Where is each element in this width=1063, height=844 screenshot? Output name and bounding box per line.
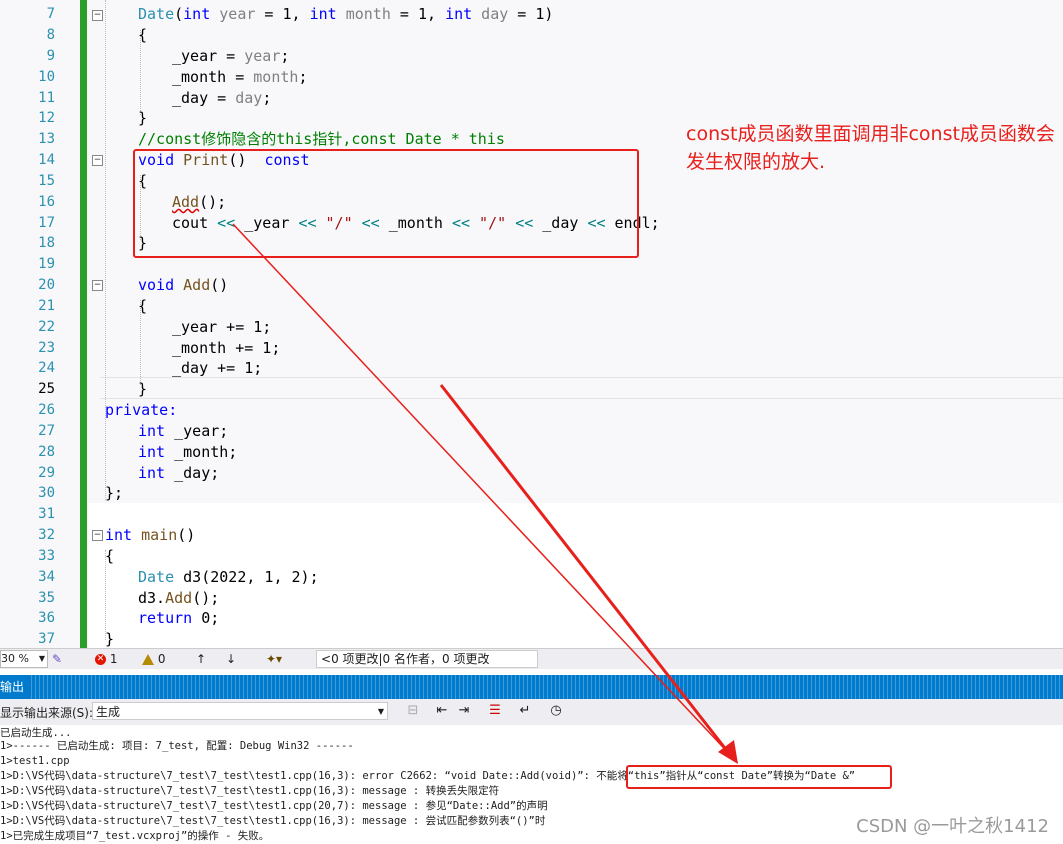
arrow-line-thin (232, 223, 736, 761)
watermark: CSDN @一叶之秋1412 (856, 816, 1049, 837)
annotation-arrow (232, 223, 738, 764)
arrow-line-thick (439, 384, 730, 753)
